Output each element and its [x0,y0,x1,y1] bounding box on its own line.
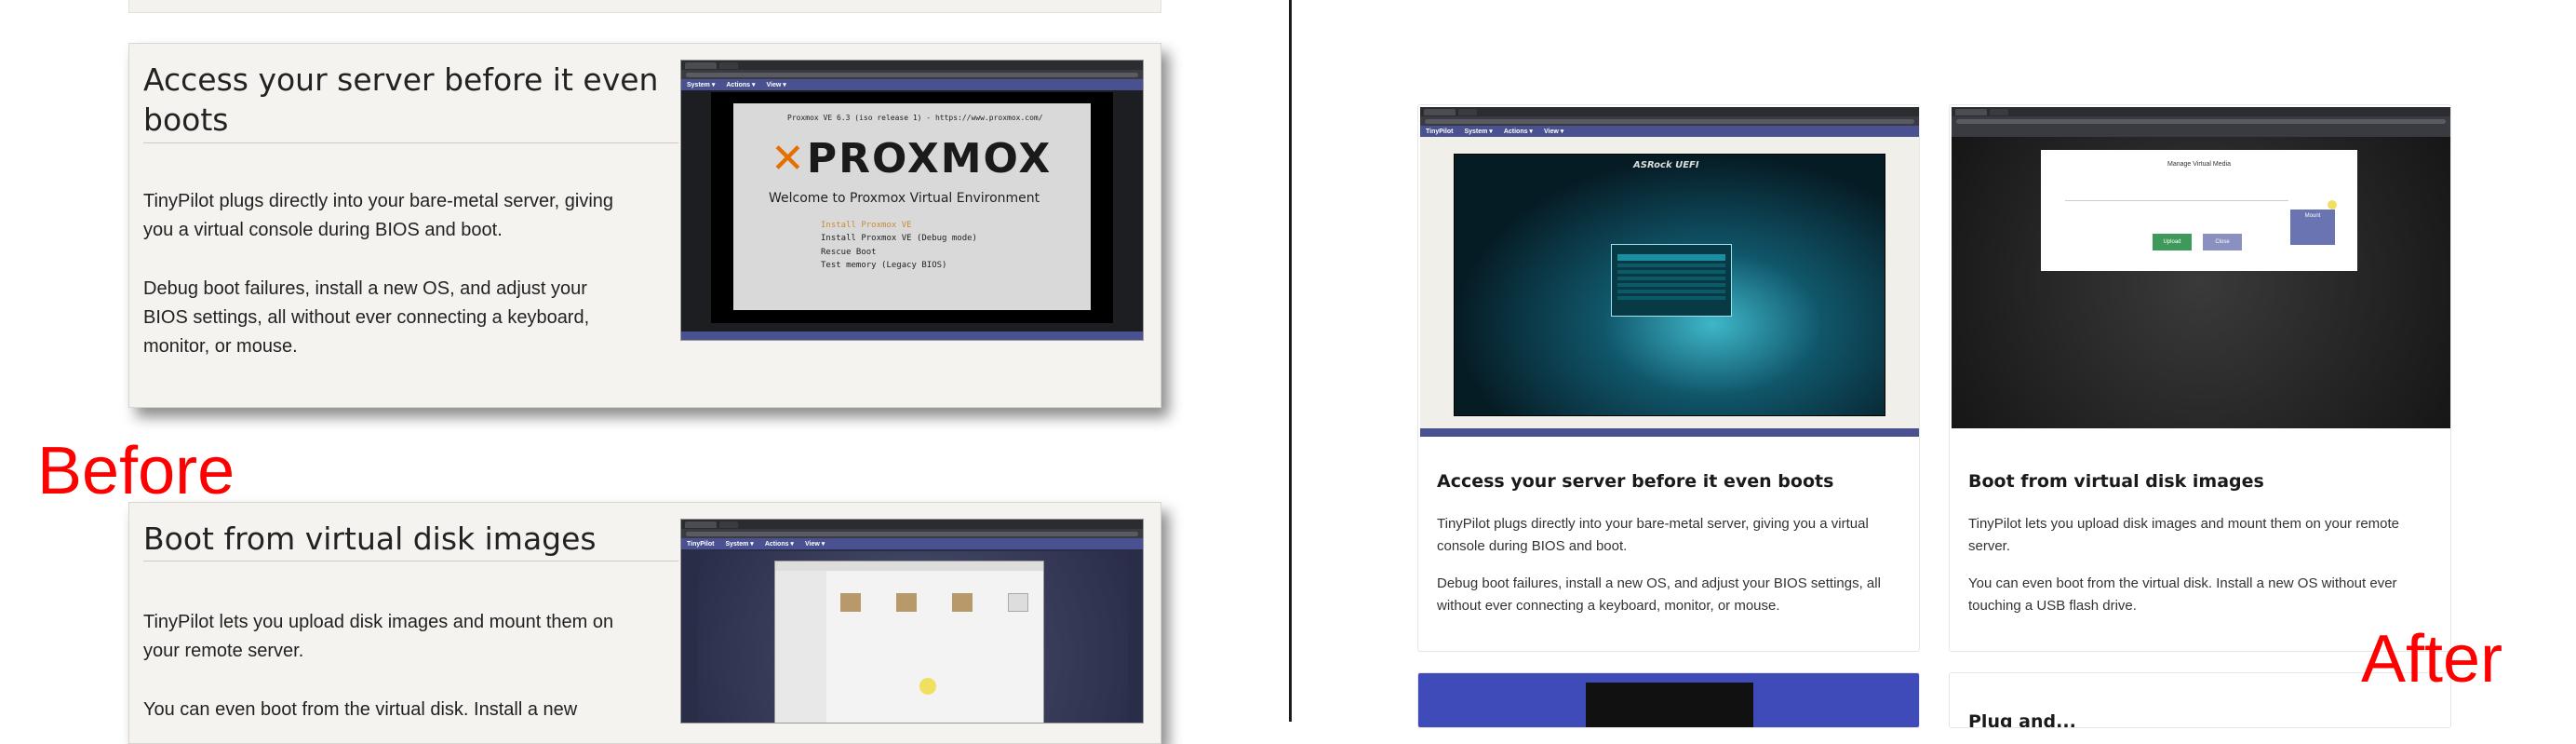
before-feature-card-virtual-disk: Boot from virtual disk images TinyPilot … [128,502,1161,744]
card-title: Boot from virtual disk images [143,521,597,557]
after-label: After [2361,622,2503,697]
boot-device-dialog [1611,244,1732,317]
after-feature-card-virtual-disk: Manage Virtual Media Upload Close Mount … [1949,104,2451,652]
menu-actions: Actions ▾ [726,82,756,88]
bios-screen: ASRock UEFI [1454,154,1885,416]
card-paragraph: TinyPilot lets you upload disk images an… [1968,516,2400,554]
proxmox-welcome: Welcome to Proxmox Virtual Environment [769,191,1040,206]
proxmox-header-line: Proxmox VE 6.3 (iso release 1) - https:/… [787,114,1043,122]
card-paragraph: You can even boot from the virtual disk.… [143,699,578,720]
card-paragraph: You can even boot from the virtual disk.… [1968,575,2397,614]
after-feature-card-console: TinyPilot System ▾ Actions ▾ View ▾ ASRo… [1417,104,1920,652]
card-paragraph: TinyPilot plugs directly into your bare-… [1437,516,1869,554]
menu-system: System ▾ [725,541,754,548]
virtual-disk-screenshot: TinyPilot System ▾ Actions ▾ View ▾ [680,519,1144,724]
menu-actions: Actions ▾ [1503,129,1533,135]
status-bar [1420,428,1919,437]
cursor-highlight-icon [919,678,936,695]
previous-card-edge [128,0,1161,13]
file-browser-window [774,561,1044,723]
card-title: Plug and... [1968,711,2076,728]
boot-option: Install Proxmox VE [821,221,912,230]
card-title: Boot from virtual disk images [1968,471,2264,492]
title-divider [143,142,678,143]
after-feature-card-partial [1417,672,1920,728]
boot-option: Rescue Boot [821,247,877,257]
menu-actions: Actions ▾ [764,541,794,548]
brand-logo: TinyPilot [687,540,715,548]
comparison-divider [1289,0,1292,722]
menu-system: System ▾ [687,82,716,88]
status-bar [681,331,1143,340]
boot-option: Install Proxmox VE (Debug mode) [821,234,977,244]
close-button: Close [2203,234,2242,250]
before-label: Before [37,434,235,508]
boot-option: Test memory (Legacy BIOS) [821,261,947,271]
virtual-media-screenshot: Manage Virtual Media Upload Close Mount [1952,107,2450,428]
card-paragraph: TinyPilot plugs directly into your bare-… [143,191,614,240]
manage-virtual-media-dialog: Manage Virtual Media Upload Close Mount [2041,150,2357,271]
bios-brand: ASRock UEFI [1633,160,1699,170]
bios-screenshot: TinyPilot System ▾ Actions ▾ View ▾ ASRo… [1420,107,1919,437]
proxmox-logo: ✕PROXMOX [771,135,1053,183]
upload-button: Upload [2153,234,2192,250]
proxmox-screenshot: System ▾ Actions ▾ View ▾ Proxmox VE 6.3… [680,60,1144,341]
menu-view: View ▾ [804,541,825,548]
card-title: Access your server before it even boots [1437,471,1834,492]
card-title: Access your server before it even boots [143,61,659,138]
before-feature-card-console: Access your server before it even boots … [128,43,1161,408]
card-paragraph: Debug boot failures, install a new OS, a… [1437,575,1881,614]
mount-menu: Mount [2290,210,2335,245]
dialog-title: Manage Virtual Media [2167,161,2231,168]
cursor-highlight-icon [2328,200,2337,210]
card-paragraph: TinyPilot lets you upload disk images an… [143,612,614,661]
card-paragraph: Debug boot failures, install a new OS, a… [143,278,590,357]
menu-view: View ▾ [1543,129,1564,135]
brand-logo: TinyPilot [1426,128,1454,135]
menu-system: System ▾ [1464,129,1493,135]
menu-view: View ▾ [766,82,786,88]
